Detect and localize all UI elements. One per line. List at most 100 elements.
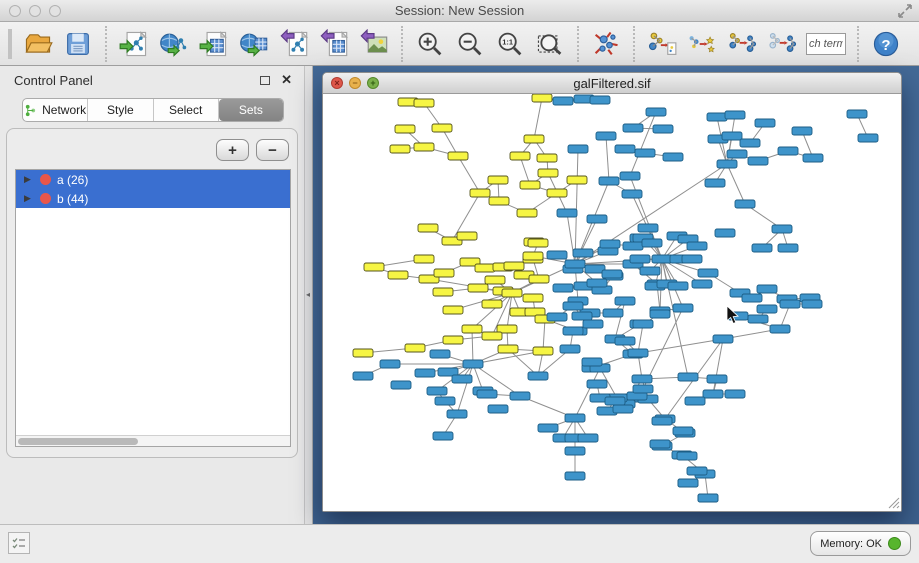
graph-node[interactable] xyxy=(678,479,698,487)
graph-node[interactable] xyxy=(742,294,762,302)
export-network-button[interactable] xyxy=(274,25,314,63)
save-session-button[interactable] xyxy=(58,25,98,63)
graph-node[interactable] xyxy=(792,127,812,135)
graph-node[interactable] xyxy=(443,336,463,344)
graph-node[interactable] xyxy=(673,427,693,435)
toolbar-drag-handle[interactable] xyxy=(8,29,12,59)
graph-node[interactable] xyxy=(650,440,670,448)
graph-node[interactable] xyxy=(725,111,745,119)
network-graph-svg[interactable] xyxy=(323,94,901,511)
graph-node[interactable] xyxy=(538,424,558,432)
graph-node[interactable] xyxy=(390,145,410,153)
window-resize-grip[interactable] xyxy=(889,498,899,508)
graph-node[interactable] xyxy=(740,139,760,147)
disclosure-triangle-icon[interactable]: ▶ xyxy=(24,193,34,204)
graph-node[interactable] xyxy=(524,135,544,143)
graph-node[interactable] xyxy=(687,467,707,475)
graph-node[interactable] xyxy=(523,252,543,260)
graph-node[interactable] xyxy=(567,176,587,184)
graph-node[interactable] xyxy=(623,124,643,132)
graph-node[interactable] xyxy=(432,124,452,132)
graph-node[interactable] xyxy=(537,154,557,162)
fullscreen-icon[interactable] xyxy=(897,3,913,19)
graph-node[interactable] xyxy=(642,239,662,247)
graph-node[interactable] xyxy=(565,472,585,480)
graph-node[interactable] xyxy=(748,315,768,323)
task-history-button[interactable] xyxy=(8,532,30,554)
graph-node[interactable] xyxy=(772,225,792,233)
graph-node[interactable] xyxy=(563,327,583,335)
network-diff-button[interactable] xyxy=(722,25,762,63)
graph-node[interactable] xyxy=(778,244,798,252)
graph-node[interactable] xyxy=(622,190,642,198)
close-panel-icon[interactable]: ✕ xyxy=(281,72,292,88)
graph-node[interactable] xyxy=(858,134,878,142)
graph-node[interactable] xyxy=(435,397,455,405)
graph-node[interactable] xyxy=(778,147,798,155)
graph-edge[interactable] xyxy=(472,329,473,364)
graph-node[interactable] xyxy=(448,152,468,160)
float-panel-icon[interactable] xyxy=(260,76,270,85)
graph-node[interactable] xyxy=(687,242,707,250)
graph-node[interactable] xyxy=(722,132,742,140)
graph-edge[interactable] xyxy=(458,156,480,193)
tab-style[interactable]: Style xyxy=(88,99,153,121)
memory-status-button[interactable]: Memory: OK xyxy=(810,531,911,556)
graph-node[interactable] xyxy=(803,154,823,162)
graph-node[interactable] xyxy=(488,176,508,184)
graph-node[interactable] xyxy=(433,288,453,296)
graph-node[interactable] xyxy=(523,294,543,302)
graph-node[interactable] xyxy=(547,189,567,197)
graph-node[interactable] xyxy=(573,249,593,257)
graph-node[interactable] xyxy=(705,179,725,187)
scrollbar-thumb[interactable] xyxy=(18,438,138,445)
graph-node[interactable] xyxy=(678,373,698,381)
graph-node[interactable] xyxy=(605,397,625,405)
graph-node[interactable] xyxy=(646,108,666,116)
graph-node[interactable] xyxy=(650,310,670,318)
graph-node[interactable] xyxy=(547,251,567,259)
graph-node[interactable] xyxy=(587,279,607,287)
graph-node[interactable] xyxy=(532,94,552,102)
graph-node[interactable] xyxy=(638,224,658,232)
graph-node[interactable] xyxy=(596,132,616,140)
graph-node[interactable] xyxy=(707,113,727,121)
network-window-titlebar[interactable]: × − + galFiltered.sif xyxy=(323,73,901,94)
graph-edge[interactable] xyxy=(713,339,723,394)
graph-node[interactable] xyxy=(434,269,454,277)
graph-node[interactable] xyxy=(703,390,723,398)
graph-node[interactable] xyxy=(553,284,573,292)
graph-edge[interactable] xyxy=(575,368,600,418)
graph-node[interactable] xyxy=(547,313,567,321)
graph-node[interactable] xyxy=(717,160,737,168)
graph-edge[interactable] xyxy=(534,98,542,139)
graph-node[interactable] xyxy=(380,360,400,368)
graph-node[interactable] xyxy=(685,397,705,405)
graph-node[interactable] xyxy=(565,260,585,268)
add-set-button[interactable]: + xyxy=(216,139,249,161)
graph-node[interactable] xyxy=(578,434,598,442)
graph-node[interactable] xyxy=(498,345,518,353)
graph-node[interactable] xyxy=(447,410,467,418)
graph-node[interactable] xyxy=(452,375,472,383)
graph-node[interactable] xyxy=(780,300,800,308)
import-network-web-button[interactable] xyxy=(154,25,194,63)
import-table-web-button[interactable] xyxy=(234,25,274,63)
graph-node[interactable] xyxy=(725,390,745,398)
graph-node[interactable] xyxy=(414,255,434,263)
graph-node[interactable] xyxy=(463,360,483,368)
graph-node[interactable] xyxy=(682,255,702,263)
graph-node[interactable] xyxy=(528,239,548,247)
graph-node[interactable] xyxy=(504,262,524,270)
graph-node[interactable] xyxy=(488,405,508,413)
graph-node[interactable] xyxy=(755,119,775,127)
import-table-file-button[interactable] xyxy=(194,25,234,63)
graph-node[interactable] xyxy=(391,381,411,389)
network-to-file-button[interactable] xyxy=(642,25,682,63)
graph-node[interactable] xyxy=(620,172,640,180)
graph-node[interactable] xyxy=(757,285,777,293)
graph-node[interactable] xyxy=(520,181,540,189)
graph-node[interactable] xyxy=(560,345,580,353)
graph-edge[interactable] xyxy=(727,164,745,204)
graph-node[interactable] xyxy=(415,369,435,377)
